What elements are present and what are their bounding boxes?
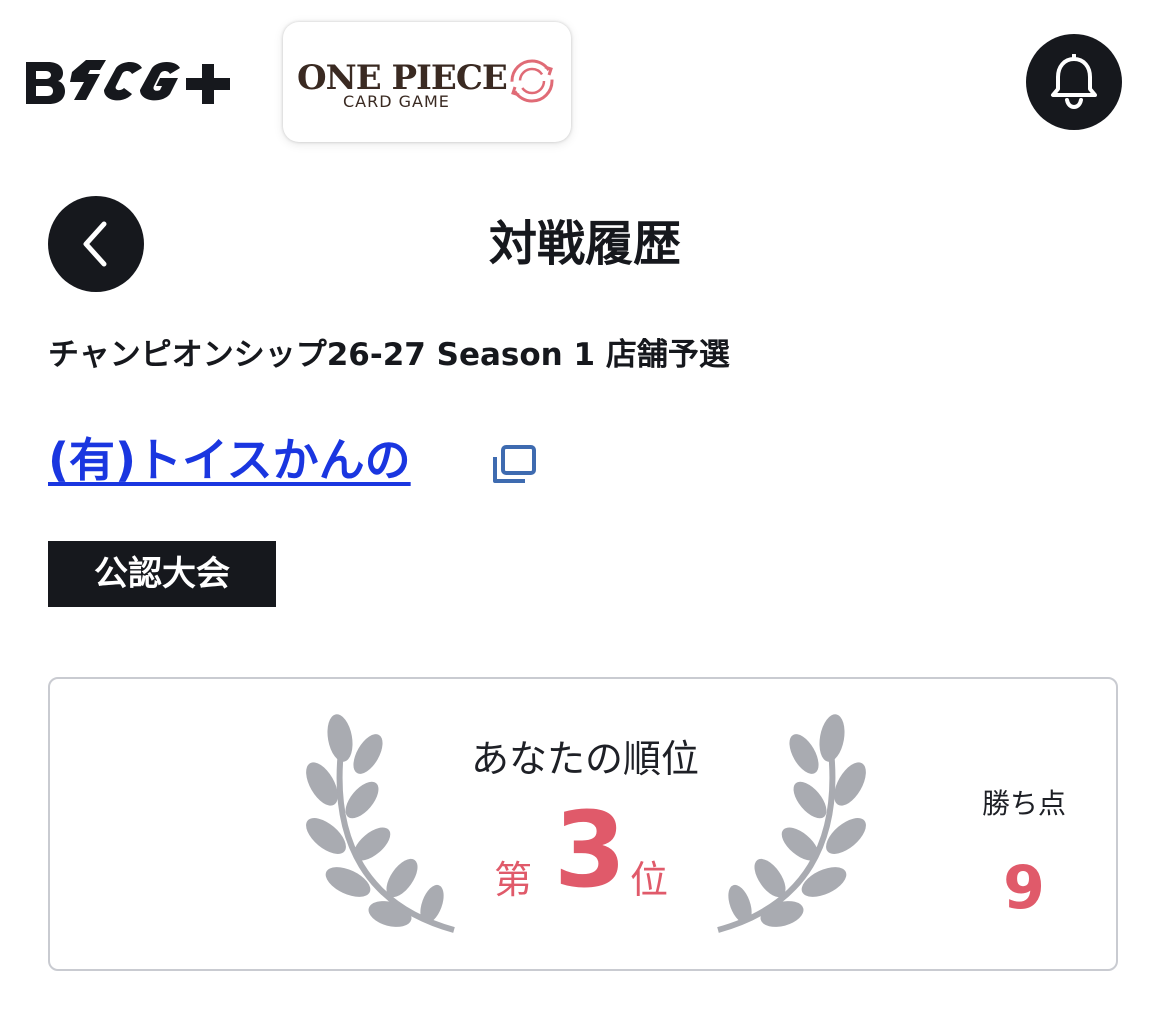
sync-icon [510, 59, 554, 103]
store-link[interactable]: (有)トイスかんの [48, 430, 411, 490]
tournament-type-badge: 公認大会 [48, 541, 276, 607]
rank-label: あなたの順位 [470, 737, 699, 781]
rank-value: 3 [553, 789, 627, 911]
external-window-icon[interactable] [489, 444, 537, 486]
event-name: チャンピオンシップ26-27 Season 1 店舗予選 [48, 337, 730, 373]
points-label: 勝ち点 [981, 787, 1066, 820]
rank-suffix: 位 [630, 858, 669, 902]
rank-prefix: 第 [494, 858, 533, 902]
notification-button[interactable] [1026, 34, 1122, 130]
bell-icon [1051, 54, 1097, 110]
app-logo [24, 58, 236, 108]
points-value: 9 [1003, 853, 1045, 923]
page-title: 対戦履歴 [488, 216, 681, 272]
match-history-page: ONE PIECE CARD GAME 対戦履歴 チャンピオンシップ26-27 … [0, 0, 1170, 1014]
game-logo-subtitle: CARD GAME [343, 92, 450, 111]
